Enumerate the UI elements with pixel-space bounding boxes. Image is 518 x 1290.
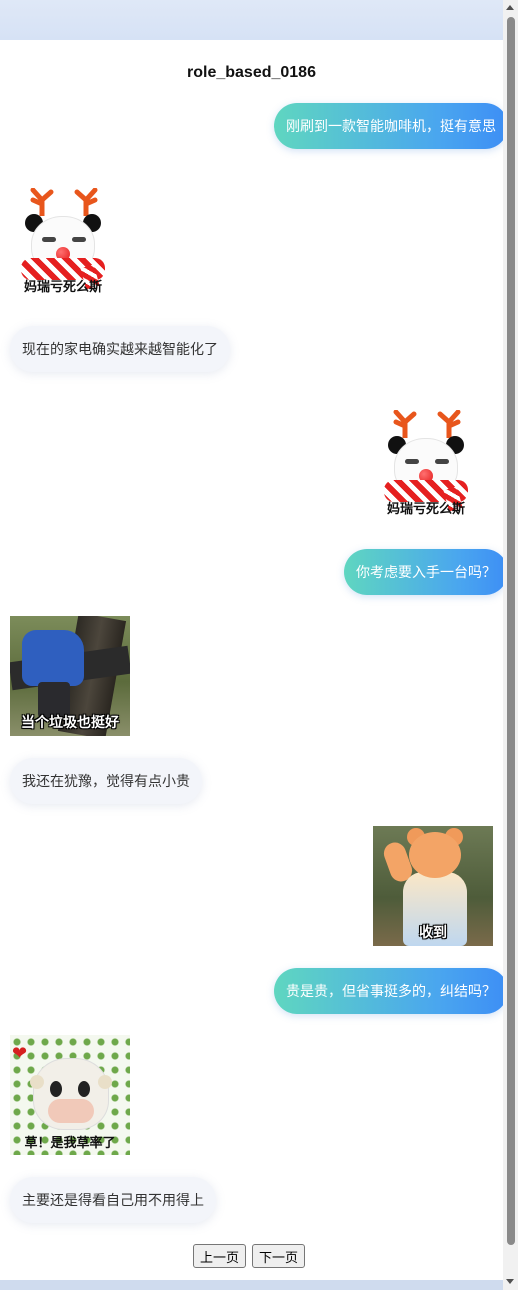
antler-icon <box>437 410 461 438</box>
panda-reindeer-sticker: 妈瑞亏死么斯 <box>380 406 472 521</box>
bear-photo-sticker: 收到 <box>373 826 493 946</box>
chat-bubble-left: 我还在犹豫，觉得有点小贵 <box>10 758 202 804</box>
sticker-caption: 收到 <box>419 924 447 940</box>
chat-bubble-right: 贵是贵，但省事挺多的，纠结吗？ <box>274 968 508 1014</box>
antler-icon <box>30 188 54 216</box>
chat-bubble-right: 你考虑要入手一台吗？ <box>344 549 508 595</box>
worker-photo-sticker: 当个垃圾也挺好 <box>10 616 130 736</box>
sticker-caption: 草！是我草率了 <box>24 1135 116 1150</box>
broken-heart-icon: ❤ <box>12 1043 28 1063</box>
panda-reindeer-sticker: 妈瑞亏死么斯 <box>17 184 109 299</box>
pagination: 上一页 下一页 <box>193 1244 306 1268</box>
scrollbar-thumb[interactable] <box>507 17 515 1245</box>
sticker-caption: 妈瑞亏死么斯 <box>23 279 102 294</box>
vertical-scrollbar[interactable] <box>503 0 518 1290</box>
chat-bubble-left: 主要还是得看自己用不用得上 <box>10 1177 216 1223</box>
antler-icon <box>393 410 417 438</box>
chat-bubble-right: 刚刷到一款智能咖啡机，挺有意思 <box>274 103 508 149</box>
next-page-button[interactable]: 下一页 <box>252 1244 306 1268</box>
antler-icon <box>74 188 98 216</box>
sticker-caption: 当个垃圾也挺好 <box>21 714 119 730</box>
cow-photo-sticker: ❤ 草！是我草率了 <box>10 1035 130 1155</box>
scroll-up-arrow-icon[interactable] <box>506 5 514 10</box>
scroll-down-arrow-icon[interactable] <box>506 1279 514 1284</box>
bottom-background <box>0 1280 503 1290</box>
top-background <box>0 0 503 40</box>
chat-bubble-left: 现在的家电确实越来越智能化了 <box>10 326 230 372</box>
sticker-caption: 妈瑞亏死么斯 <box>386 501 465 516</box>
prev-page-button[interactable]: 上一页 <box>193 1244 247 1268</box>
page-title: role_based_0186 <box>187 64 316 81</box>
